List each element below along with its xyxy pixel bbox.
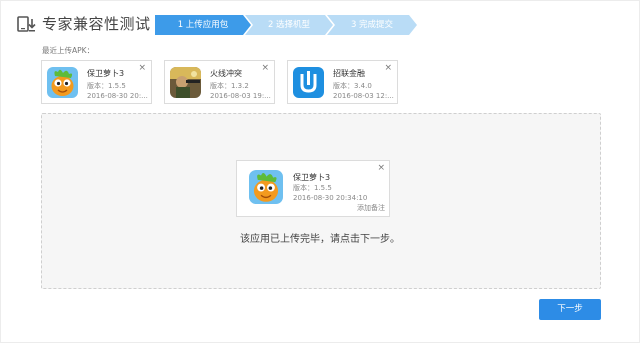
apk-name: 保卫萝卜3 [293, 173, 331, 182]
step-label: 1 上传应用包 [177, 20, 229, 30]
remove-apk-close-icon[interactable]: × [261, 63, 269, 73]
carrot-game-icon [47, 67, 78, 98]
next-step-button[interactable]: 下一步 [539, 299, 601, 320]
uploaded-apk-card: 保卫萝卜3 版本：1.5.5 2016-08-30 20:34:10 × 添加备… [236, 160, 390, 217]
apk-date: 2016-08-03 12:... [333, 92, 394, 100]
apk-version: 版本：1.5.5 [293, 184, 332, 192]
remove-apk-close-icon[interactable]: × [138, 63, 146, 73]
recent-apk-label: 最近上传APK： [42, 46, 95, 55]
remove-apk-close-icon[interactable]: × [384, 63, 392, 73]
upload-complete-message: 该应用已上传完毕，请点击下一步。 [240, 234, 400, 245]
step-select-device: 2 选择机型 [245, 15, 333, 35]
apk-upload-icon [17, 16, 36, 32]
apk-name: 招联金融 [333, 69, 365, 78]
apk-name: 保卫萝卜3 [87, 69, 125, 78]
recent-apk-card[interactable]: 火线冲突 版本：1.3.2 2016-08-03 19:... × [164, 60, 275, 104]
add-note-link[interactable]: 添加备注 [357, 203, 385, 213]
apk-version: 版本：1.3.2 [210, 82, 249, 90]
apk-date: 2016-08-30 20:34:10 [293, 194, 368, 202]
apk-version: 版本：3.4.0 [333, 82, 372, 90]
step-label: 3 完成提交 [350, 20, 394, 30]
step-upload: 1 上传应用包 [155, 15, 251, 35]
apk-version: 版本：1.5.5 [87, 82, 126, 90]
apk-name: 火线冲突 [210, 69, 242, 78]
apk-date: 2016-08-30 20:... [87, 92, 148, 100]
step-submit: 3 完成提交 [327, 15, 417, 35]
recent-apk-card[interactable]: 招联金融 版本：3.4.0 2016-08-03 12:... × [287, 60, 398, 104]
apk-date: 2016-08-03 19:... [210, 92, 271, 100]
page-title: 专家兼容性测试 [42, 15, 151, 33]
carrot-game-icon [249, 170, 283, 204]
step-label: 2 选择机型 [267, 20, 311, 30]
remove-apk-close-icon[interactable]: × [377, 163, 385, 173]
shooter-game-icon [170, 67, 201, 98]
finance-app-icon [293, 67, 324, 98]
recent-apk-card[interactable]: 保卫萝卜3 版本：1.5.5 2016-08-30 20:... × [41, 60, 152, 104]
